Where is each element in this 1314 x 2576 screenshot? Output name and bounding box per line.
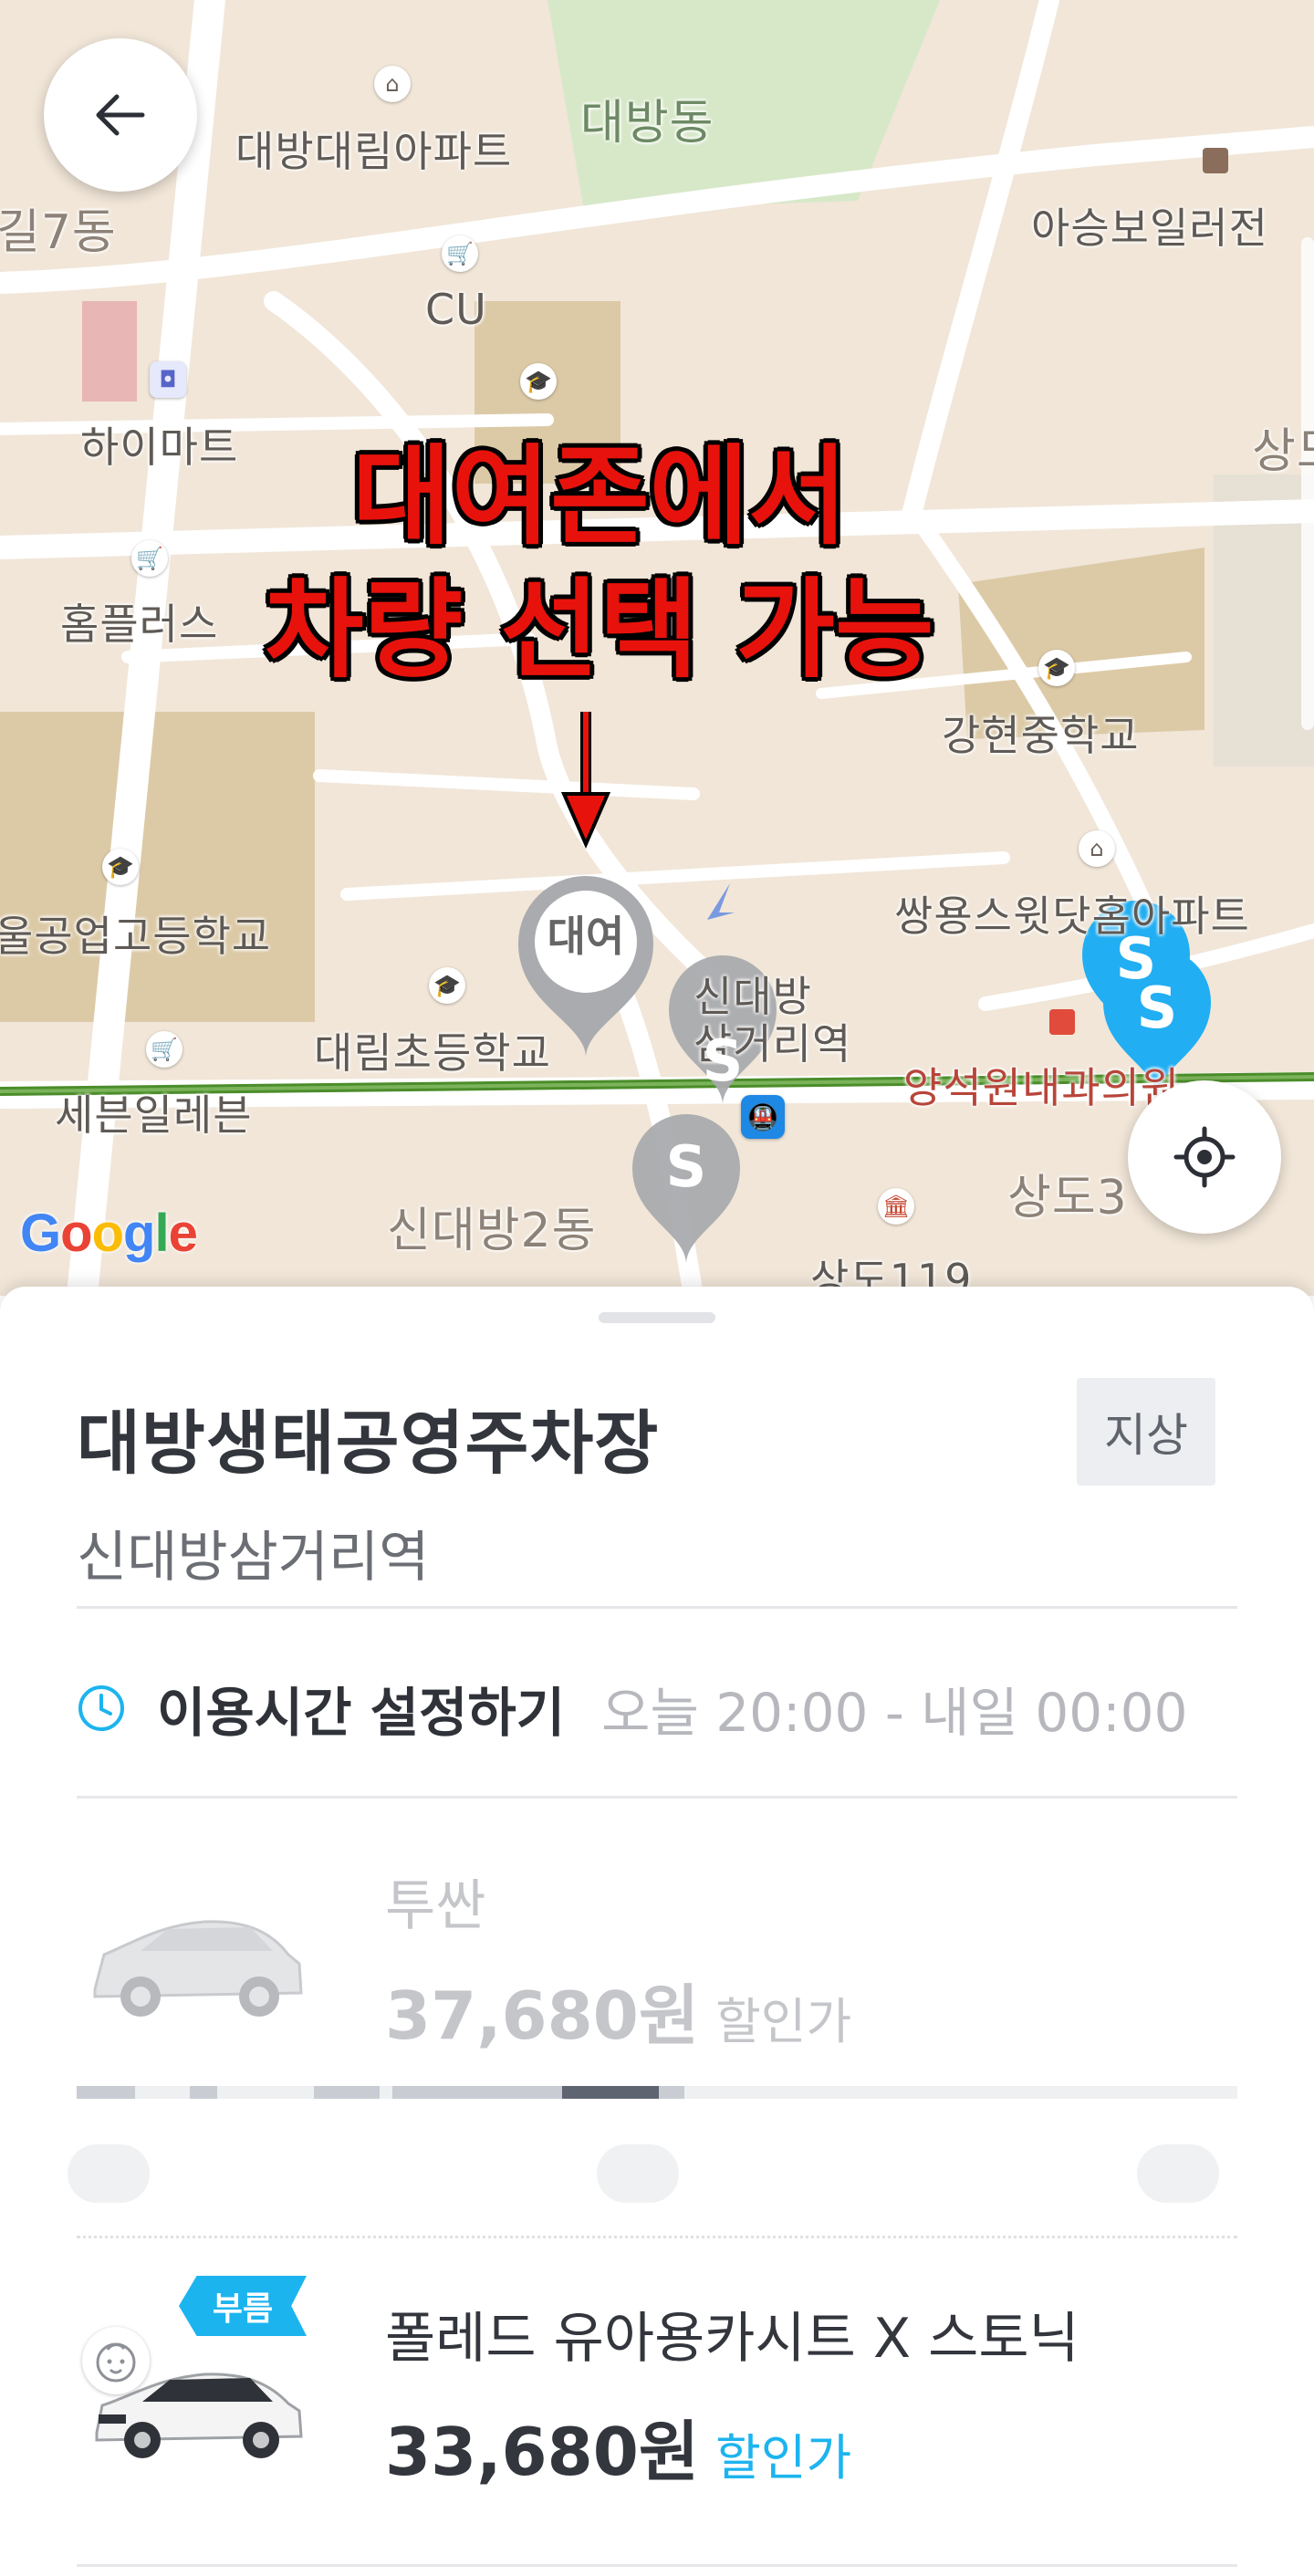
home-icon: ⌂ [1079,830,1115,867]
zone-subtitle: 신대방삼거리역 [77,1526,430,1590]
school-icon: 🎓 [429,967,465,1004]
price-amount: 37,680원 [385,1977,700,2054]
price-note: 할인가 [715,2429,852,2487]
my-location-button[interactable] [1128,1080,1281,1234]
map-label: 쌍용스윗닷홈아파트 [894,892,1250,941]
map-label: 홈플러스 [60,600,219,649]
timeline-ticks [68,2144,1237,2208]
map-label: 강현중학교 [942,711,1140,760]
divider [77,1796,1237,1799]
car-image [93,1920,303,2017]
rental-zone-pin[interactable]: 대여 [518,903,653,964]
map-label: 아승보일러전 [1031,203,1268,253]
car-name: 폴레드 유아용카시트 X 스토닉 [385,2307,1079,2371]
map-label: 대방동 [580,96,714,151]
map-label: 울공업고등학교 [0,912,272,961]
zone-title: 대방생태공영주차장 [77,1403,660,1484]
cart-icon: 🛒 [442,235,478,272]
zone-pin-s[interactable]: S [627,1133,746,1200]
divider [77,2564,1237,2567]
availability-timeline [77,2086,1237,2099]
usage-time-setting[interactable]: 이용시간 설정하기 오늘 20:00 - 내일 00:00 [77,1663,1237,1754]
car-price: 37,680원 할인가 [385,1962,851,2058]
map-label: 하이마트 [80,422,239,472]
map-view[interactable]: ⌂ 🛒 ◘ 🛒 🎓 🎓 🎓 🎓 ⌂ 🛒 🚇 🏛 대방대림아파트 대방동 길7동 … [0,0,1314,1296]
home-icon: ⌂ [374,66,411,102]
zone-pin-s[interactable]: S [1098,975,1216,1041]
clock-icon [78,1685,124,1731]
map-label: 신대방2동 [387,1204,597,1258]
shopping-bag-icon: ◘ [150,361,186,398]
subway-station-icon: 🚇 [741,1095,785,1139]
car-list-item[interactable]: 폴레드 유아용카시트 X 스토닉 33,680원 할인가 [77,2272,1237,2500]
time-setting-label: 이용시간 설정하기 [157,1682,566,1744]
building-icon [1203,148,1228,173]
zone-pin-s[interactable]: S [663,1027,782,1094]
map-label: 세븐일레븐 [55,1090,253,1140]
car-price: 33,680원 할인가 [385,2398,851,2494]
map-label: 상도3 [1007,1171,1128,1225]
google-logo: Google [20,1204,198,1263]
hospital-icon [1049,1009,1075,1035]
time-range-value: 오늘 20:00 - 내일 00:00 [601,1682,1188,1744]
price-amount: 33,680원 [385,2414,700,2490]
divider [77,2236,1237,2238]
back-button[interactable] [44,38,197,192]
annotation-text: 차량 선택 가능 [265,567,934,693]
map-label: 상도 [1252,424,1314,479]
car-name: 투싼 [385,1874,486,1938]
price-note: 할인가 [715,1993,852,2050]
sheet-handle[interactable] [599,1312,715,1323]
crosshair-icon [1173,1126,1236,1188]
map-label: 양석원내과의원 [903,1063,1181,1112]
map-label: 대방대림아파트 [235,127,513,176]
map-label: 대림초등학교 [314,1028,551,1078]
school-icon: 🎓 [1038,650,1075,686]
school-icon: 🎓 [520,363,557,400]
school-icon: 🎓 [102,849,139,885]
map-label: CU [425,285,487,334]
zone-detail-sheet[interactable]: 대방생태공영주차장 지상 신대방삼거리역 이용시간 설정하기 오늘 20:00 … [0,1287,1314,2576]
car-list-item[interactable]: 투싼 37,680원 할인가 [77,1862,1237,2090]
zone-type-badge: 지상 [1077,1378,1215,1486]
arrow-left-icon [96,94,145,136]
map-label: 길7동 [0,205,117,260]
cart-icon: 🛒 [131,540,168,577]
divider [77,1606,1237,1609]
fire-station-icon: 🏛 [878,1188,914,1225]
cart-icon: 🛒 [146,1031,182,1068]
